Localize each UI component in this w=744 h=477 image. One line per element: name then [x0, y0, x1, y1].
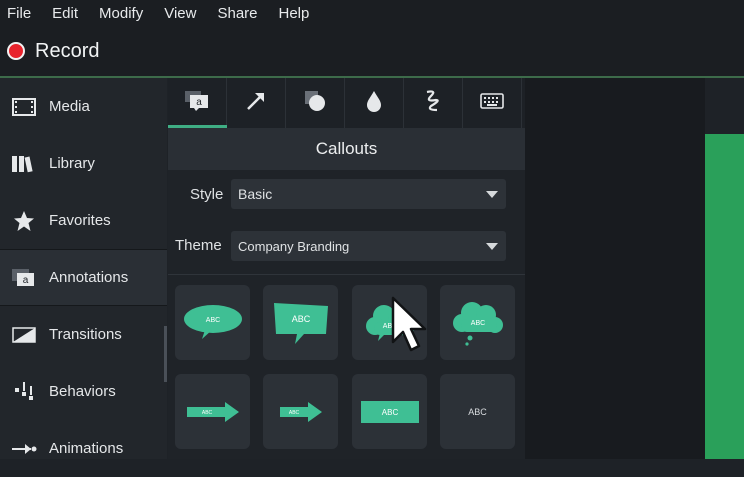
speech-rect-icon: ABC: [273, 302, 328, 344]
callout-text: ABC: [288, 410, 299, 416]
sidebar-item-label: Media: [49, 98, 90, 115]
callout-arrow-long[interactable]: ABC: [175, 374, 250, 449]
film-icon: [11, 96, 37, 118]
sidebar: Media Library Favorites a Annotations Tr…: [0, 78, 167, 459]
shape-icon: [303, 89, 327, 118]
tab-arrows[interactable]: [227, 78, 286, 128]
sidebar-item-behaviors[interactable]: Behaviors: [0, 363, 167, 420]
star-icon: [11, 210, 37, 232]
callout-thought-cloud-dots[interactable]: ABC: [440, 285, 515, 360]
blur-drop-icon: [365, 89, 383, 118]
sidebar-item-label: Favorites: [49, 212, 111, 229]
callout-arrow-short[interactable]: ABC: [263, 374, 338, 449]
style-dropdown[interactable]: Basic: [231, 179, 506, 209]
callout-text: ABC: [470, 320, 484, 327]
callout-text-only[interactable]: ABC: [440, 374, 515, 449]
sketch-icon: [423, 88, 443, 119]
keyboard-icon: [480, 92, 504, 114]
animations-icon: [11, 438, 37, 460]
record-icon[interactable]: [7, 42, 25, 60]
canvas-background: [525, 78, 705, 459]
tab-callouts[interactable]: a: [168, 78, 227, 128]
theme-dropdown[interactable]: Company Branding: [231, 231, 506, 261]
panel-title: Callouts: [168, 128, 525, 170]
sidebar-item-label: Animations: [49, 440, 124, 457]
svg-text:a: a: [23, 275, 29, 286]
rectangle-callout-icon: ABC: [360, 400, 419, 423]
sidebar-item-library[interactable]: Library: [0, 135, 167, 192]
callout-rectangle[interactable]: ABC: [352, 374, 427, 449]
callout-text: ABC: [468, 406, 487, 417]
style-value: Basic: [238, 186, 273, 202]
menu-view[interactable]: View: [164, 5, 196, 22]
annotation-icon: a: [11, 267, 37, 289]
books-icon: [11, 153, 37, 175]
svg-text:a: a: [196, 97, 202, 108]
panel-divider: [168, 274, 525, 275]
callout-text: ABC: [291, 314, 310, 324]
chevron-down-icon: [486, 191, 498, 198]
sidebar-item-media[interactable]: Media: [0, 78, 167, 135]
style-label: Style: [190, 186, 224, 203]
sidebar-item-favorites[interactable]: Favorites: [0, 192, 167, 249]
sidebar-item-label: Behaviors: [49, 383, 116, 400]
sidebar-item-label: Annotations: [49, 269, 129, 286]
callout-speech-bubble-oval[interactable]: ABC: [175, 285, 250, 360]
arrow-callout-icon: ABC: [279, 401, 322, 422]
tab-sketch[interactable]: [404, 78, 463, 128]
annotation-tabs: a: [168, 78, 525, 128]
record-button[interactable]: Record: [35, 40, 99, 63]
menu-modify[interactable]: Modify: [99, 5, 143, 22]
callout-icon: a: [184, 90, 210, 117]
thought-cloud-icon: ABC: [452, 301, 503, 346]
behaviors-icon: [11, 381, 37, 403]
theme-label: Theme: [175, 237, 222, 254]
sidebar-item-label: Library: [49, 155, 95, 172]
speech-bubble-icon: ABC: [183, 304, 242, 339]
chevron-down-icon: [486, 243, 498, 250]
sidebar-item-label: Transitions: [49, 326, 122, 343]
theme-value: Company Branding: [238, 238, 350, 254]
menu-file[interactable]: File: [7, 5, 31, 22]
arrow-icon: [245, 90, 267, 117]
sidebar-item-transitions[interactable]: Transitions: [0, 306, 167, 363]
callout-text: ABC: [205, 317, 219, 324]
arrow-callout-icon: ABC: [186, 401, 239, 422]
menu-bar: File Edit Modify View Share Help: [0, 0, 744, 26]
sidebar-item-animations[interactable]: Animations: [0, 420, 167, 477]
tab-keystrokes[interactable]: [463, 78, 522, 128]
menu-help[interactable]: Help: [279, 5, 310, 22]
annotations-panel: a Callouts Style Basic Theme Company Bra…: [168, 78, 525, 459]
sidebar-scrollbar[interactable]: [164, 326, 167, 382]
callout-text: ABC: [201, 410, 212, 416]
menu-share[interactable]: Share: [217, 5, 257, 22]
mouse-pointer-icon: [391, 296, 427, 359]
callout-text: ABC: [381, 408, 398, 417]
tab-blur[interactable]: [345, 78, 404, 128]
canvas-green-media[interactable]: [705, 134, 744, 459]
tab-shapes[interactable]: [286, 78, 345, 128]
sidebar-item-annotations[interactable]: a Annotations: [0, 249, 167, 306]
menu-edit[interactable]: Edit: [52, 5, 78, 22]
callout-speech-bubble-rect[interactable]: ABC: [263, 285, 338, 360]
record-bar: Record: [0, 26, 744, 76]
transition-icon: [11, 324, 37, 346]
